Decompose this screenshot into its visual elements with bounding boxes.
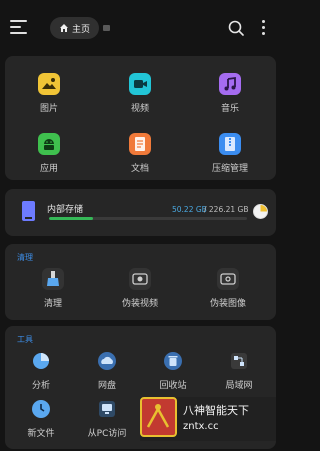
category-label: 音乐 — [220, 104, 239, 114]
tool-pc-access[interactable]: 从PC访问 — [72, 398, 142, 439]
storage-total: / 226.21 GB — [204, 205, 249, 214]
home-label: 主页 — [72, 24, 91, 35]
image-icon — [38, 73, 60, 95]
category-documents[interactable]: 文档 — [105, 133, 175, 174]
category-images[interactable]: 图片 — [14, 73, 84, 114]
category-music[interactable]: 音乐 — [195, 73, 265, 114]
android-icon — [38, 133, 60, 155]
clock-icon — [30, 398, 52, 420]
disguise-video-label: 伪装视频 — [121, 299, 158, 309]
document-icon — [129, 133, 151, 155]
tool-label: 回收站 — [159, 381, 187, 391]
category-label: 应用 — [39, 164, 58, 174]
more-options-icon[interactable] — [262, 20, 266, 36]
clean-item[interactable]: 清理 — [18, 268, 88, 309]
watermark-logo — [140, 397, 177, 437]
category-label: 文档 — [130, 164, 149, 174]
tool-lan[interactable]: 局域网 — [204, 350, 274, 391]
category-label: 视频 — [130, 104, 149, 114]
home-icon — [60, 24, 68, 32]
tool-recycle-bin[interactable]: 回收站 — [138, 350, 208, 391]
pie-chart-icon — [30, 350, 52, 372]
tool-label: 局域网 — [225, 381, 253, 391]
disguise-image-icon — [217, 268, 239, 290]
tool-cloud[interactable]: 网盘 — [72, 350, 142, 391]
watermark: 八神智能天下 zntx.cc — [140, 397, 276, 441]
lan-icon — [228, 350, 250, 372]
tool-label: 新文件 — [27, 429, 55, 439]
watermark-url: zntx.cc — [183, 421, 219, 432]
tool-label: 网盘 — [97, 381, 116, 391]
storage-name: 内部存储 — [47, 205, 84, 215]
category-apps[interactable]: 应用 — [14, 133, 84, 174]
search-icon[interactable] — [228, 20, 244, 36]
category-label: 图片 — [39, 104, 58, 114]
category-archives[interactable]: 压缩管理 — [195, 133, 265, 174]
category-label: 压缩管理 — [211, 164, 248, 174]
tools-section-title: 工具 — [17, 335, 33, 344]
tool-new-files[interactable]: 新文件 — [6, 398, 76, 439]
video-icon — [129, 73, 151, 95]
tool-label: 从PC访问 — [87, 429, 127, 439]
clean-section-title: 清理 — [17, 253, 33, 262]
broom-icon — [42, 268, 64, 290]
home-breadcrumb[interactable]: 主页 — [50, 17, 99, 39]
category-grid: 图片 视频 音乐 应用 文档 压缩管理 — [5, 56, 276, 180]
storage-usage-pie-icon[interactable] — [253, 204, 268, 219]
tool-analyze[interactable]: 分析 — [6, 350, 76, 391]
storage-used: 50.22 GB — [172, 205, 207, 214]
cloud-icon — [96, 350, 118, 372]
category-videos[interactable]: 视频 — [105, 73, 175, 114]
disguise-image-label: 伪装图像 — [209, 299, 246, 309]
watermark-text: 八神智能天下 — [183, 404, 249, 417]
trash-icon — [162, 350, 184, 372]
archive-icon — [219, 133, 241, 155]
menu-icon[interactable] — [10, 20, 27, 34]
disguise-video-item[interactable]: 伪装视频 — [105, 268, 175, 309]
folder-icon — [103, 25, 110, 31]
storage-progress-bar — [49, 217, 247, 220]
music-icon — [219, 73, 241, 95]
storage-progress-fill — [49, 217, 93, 220]
disguise-video-icon — [129, 268, 151, 290]
tool-label: 分析 — [31, 381, 50, 391]
internal-storage-card[interactable]: 内部存储 50.22 GB / 226.21 GB — [5, 189, 276, 236]
pc-icon — [96, 398, 118, 420]
disguise-image-item[interactable]: 伪装图像 — [193, 268, 263, 309]
phone-storage-icon — [22, 201, 35, 221]
clean-label: 清理 — [43, 299, 62, 309]
clean-section: 清理 清理 伪装视频 伪装图像 — [5, 244, 276, 320]
top-bar: 主页 — [0, 0, 281, 56]
